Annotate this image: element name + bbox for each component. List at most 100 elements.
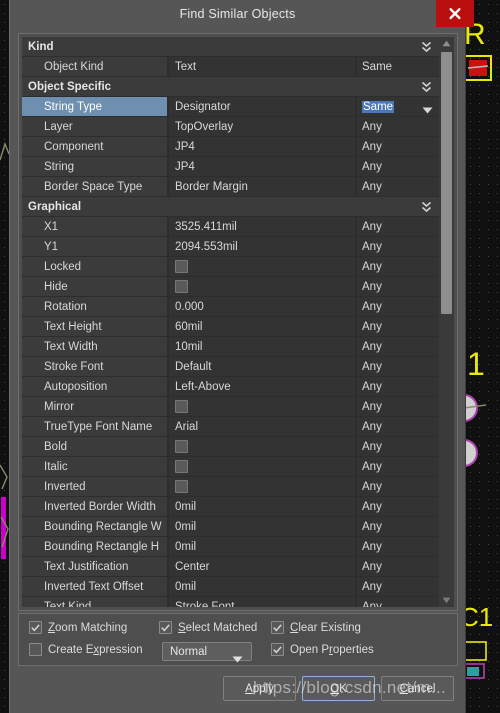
property-row[interactable]: Text Height 60mil Any [22,317,439,337]
property-row[interactable]: Text Kind Stroke Font Any [22,597,439,607]
property-name-cell[interactable]: X1 [22,217,167,236]
property-name-cell[interactable]: TrueType Font Name [22,417,167,436]
property-row[interactable]: String JP4 Any [22,157,439,177]
property-name-cell[interactable]: Text Justification [22,557,167,576]
property-name-cell[interactable]: Locked [22,257,167,276]
property-match-cell[interactable]: Any [357,297,439,316]
checkbox-box[interactable] [29,621,42,634]
property-name-cell[interactable]: Text Height [22,317,167,336]
group-expand-toggle[interactable] [420,40,432,54]
property-value-checkbox[interactable] [175,400,188,413]
property-group-header[interactable]: Object Specific [22,77,439,97]
checkbox-box[interactable] [159,621,172,634]
group-expand-toggle[interactable] [420,200,432,214]
ok-button[interactable]: OK [302,676,375,701]
property-name-cell[interactable]: Component [22,137,167,156]
property-row[interactable]: Object Kind Text Same [22,57,439,77]
checkbox-create-expression[interactable]: Create Expression [29,643,143,656]
property-value-checkbox[interactable] [175,260,188,273]
property-value-cell[interactable] [169,257,355,276]
checkbox-clear-existing[interactable]: Clear Existing [271,621,361,634]
property-match-cell[interactable]: Any [357,237,439,256]
property-name-cell[interactable]: String Type [22,97,167,116]
property-value-cell[interactable] [169,437,355,456]
property-match-cell[interactable]: Any [357,117,439,136]
group-expand-toggle[interactable] [420,80,432,94]
checkbox-select-matched[interactable]: Select Matched [159,621,257,634]
property-value-checkbox[interactable] [175,480,188,493]
property-name-cell[interactable]: Y1 [22,237,167,256]
property-group-header[interactable]: Kind [22,37,439,57]
property-match-cell[interactable]: Any [357,357,439,376]
property-value-cell[interactable]: Arial [169,417,355,436]
property-value-cell[interactable]: 0mil [169,537,355,556]
property-value-cell[interactable]: 0mil [169,517,355,536]
property-row[interactable]: X1 3525.411mil Any [22,217,439,237]
checkbox-box[interactable] [271,621,284,634]
property-row[interactable]: Inverted Any [22,477,439,497]
property-match-cell[interactable]: Any [357,317,439,336]
checkbox-open-properties[interactable]: Open Properties [271,643,374,656]
property-match-cell[interactable]: Any [357,377,439,396]
property-match-cell[interactable]: Any [357,497,439,516]
property-value-cell[interactable]: Stroke Font [169,597,355,607]
property-row[interactable]: Mirror Any [22,397,439,417]
property-row[interactable]: Y1 2094.553mil Any [22,237,439,257]
match-dropdown-toggle[interactable] [422,105,433,117]
property-group-header[interactable]: Graphical [22,197,439,217]
property-name-cell[interactable]: Text Kind [22,597,167,607]
property-match-cell[interactable]: Any [357,137,439,156]
property-list-scrollbar[interactable] [439,37,454,607]
property-row[interactable]: Bounding Rectangle H 0mil Any [22,537,439,557]
property-row[interactable]: Locked Any [22,257,439,277]
apply-button[interactable]: Apply [223,676,296,701]
property-match-cell[interactable]: Any [357,517,439,536]
property-row[interactable]: Autoposition Left-Above Any [22,377,439,397]
property-match-cell[interactable]: Any [357,557,439,576]
property-value-cell[interactable] [169,457,355,476]
property-name-cell[interactable]: Object Kind [22,57,167,76]
property-match-cell[interactable]: Any [357,437,439,456]
property-row[interactable]: Inverted Text Offset 0mil Any [22,577,439,597]
property-value-checkbox[interactable] [175,440,188,453]
property-row[interactable]: TrueType Font Name Arial Any [22,417,439,437]
property-row[interactable]: Stroke Font Default Any [22,357,439,377]
property-name-cell[interactable]: Text Width [22,337,167,356]
property-match-cell[interactable]: Any [357,337,439,356]
property-value-cell[interactable]: Default [169,357,355,376]
close-button[interactable] [436,0,474,27]
property-value-cell[interactable]: TopOverlay [169,117,355,136]
property-match-cell[interactable]: Any [357,217,439,236]
property-row[interactable]: Component JP4 Any [22,137,439,157]
property-match-cell[interactable]: Any [357,457,439,476]
property-name-cell[interactable]: Inverted [22,477,167,496]
property-match-cell[interactable]: Any [357,177,439,196]
property-match-cell[interactable]: Any [357,277,439,296]
checkbox-box[interactable] [271,643,284,656]
property-match-cell[interactable]: Any [357,577,439,596]
property-value-cell[interactable]: 10mil [169,337,355,356]
property-name-cell[interactable]: Bounding Rectangle W [22,517,167,536]
property-match-cell[interactable]: Any [357,417,439,436]
property-name-cell[interactable]: Stroke Font [22,357,167,376]
property-row[interactable]: Italic Any [22,457,439,477]
match-mode-caret[interactable] [232,650,243,668]
property-value-cell[interactable] [169,477,355,496]
property-value-cell[interactable]: JP4 [169,137,355,156]
property-row[interactable]: Text Justification Center Any [22,557,439,577]
property-value-cell[interactable]: 3525.411mil [169,217,355,236]
checkbox-zoom-matching[interactable]: Zoom Matching [29,621,127,634]
property-value-checkbox[interactable] [175,280,188,293]
property-value-cell[interactable]: Center [169,557,355,576]
property-value-cell[interactable]: Border Margin [169,177,355,196]
property-value-cell[interactable]: Text [169,57,355,76]
property-value-cell[interactable]: 0mil [169,497,355,516]
property-name-cell[interactable]: Bold [22,437,167,456]
property-name-cell[interactable]: Autoposition [22,377,167,396]
property-value-cell[interactable]: 0.000 [169,297,355,316]
property-value-cell[interactable]: JP4 [169,157,355,176]
property-row[interactable]: String Type Designator Same [22,97,439,117]
property-value-cell[interactable]: 0mil [169,577,355,596]
scrollbar-thumb[interactable] [441,52,452,314]
property-name-cell[interactable]: Inverted Text Offset [22,577,167,596]
